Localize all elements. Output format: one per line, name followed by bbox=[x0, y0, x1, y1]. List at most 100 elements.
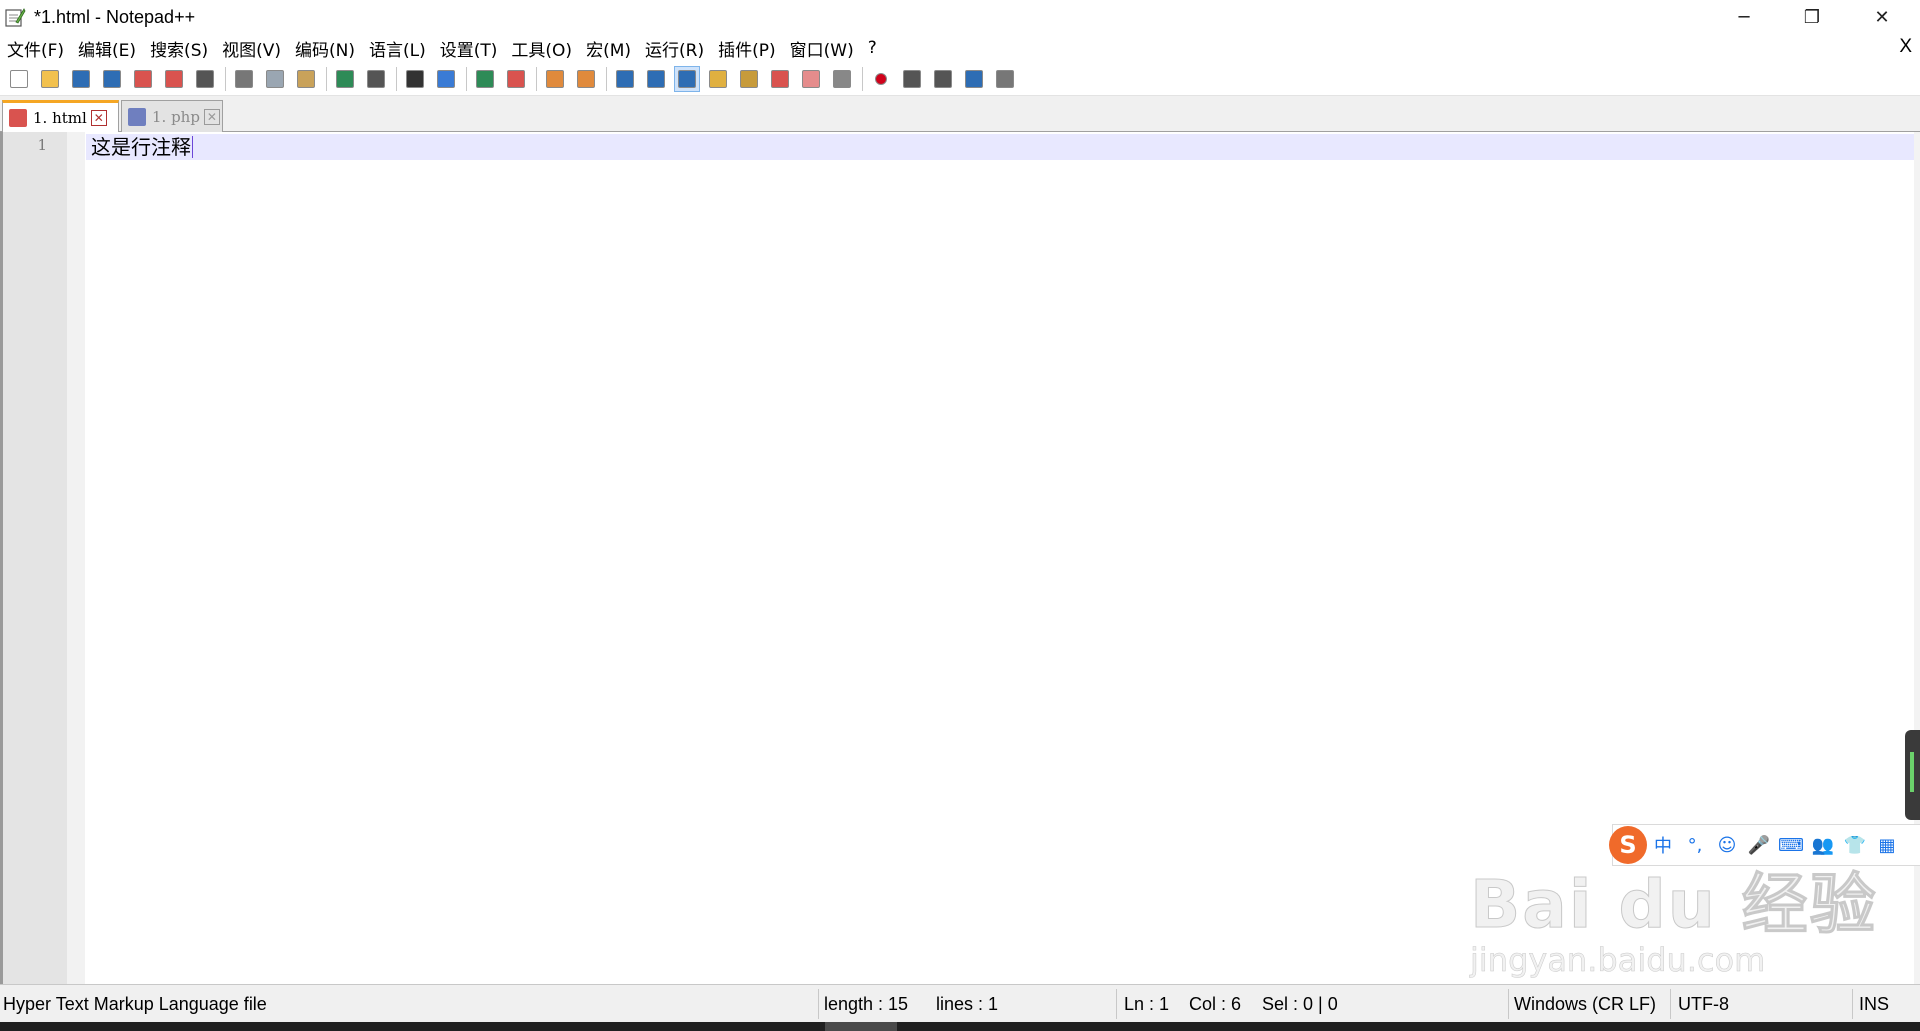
close-all-button[interactable] bbox=[161, 66, 187, 92]
title-bar: *1.html - Notepad++ bbox=[0, 0, 1920, 34]
status-file-type: Hyper Text Markup Language file bbox=[3, 993, 267, 1014]
print-button[interactable] bbox=[192, 66, 218, 92]
tab-1-html[interactable]: 1. html ✕ bbox=[2, 100, 119, 133]
fold-margin[interactable] bbox=[67, 132, 85, 984]
status-insert-mode[interactable]: INS bbox=[1859, 985, 1889, 1023]
minimize-button[interactable]: ─ bbox=[1710, 0, 1778, 34]
unsaved-file-icon bbox=[9, 109, 27, 127]
tab-close-icon[interactable]: ✕ bbox=[90, 110, 107, 126]
toolbox-grid-icon[interactable]: ▦ bbox=[1871, 829, 1903, 861]
close-document-button[interactable]: X bbox=[1899, 36, 1912, 58]
save-button[interactable] bbox=[68, 66, 94, 92]
eye-button[interactable] bbox=[829, 66, 855, 92]
status-eol[interactable]: Windows (CR LF) bbox=[1514, 985, 1656, 1023]
sync-vertical-icon bbox=[546, 69, 564, 88]
zoom-out-button[interactable] bbox=[503, 66, 529, 92]
menu-language[interactable]: 语言(L) bbox=[362, 36, 433, 61]
status-encoding[interactable]: UTF-8 bbox=[1678, 985, 1729, 1023]
maximize-button[interactable]: ❐ bbox=[1778, 0, 1846, 34]
eye-icon bbox=[833, 69, 851, 88]
menu-tools[interactable]: 工具(O) bbox=[504, 36, 579, 61]
menu-macro[interactable]: 宏(M) bbox=[579, 36, 638, 61]
monitoring-button[interactable] bbox=[798, 66, 824, 92]
undo-button[interactable] bbox=[332, 66, 358, 92]
close-window-button[interactable]: ✕ bbox=[1848, 0, 1916, 34]
users-icon[interactable]: 👥 bbox=[1807, 829, 1839, 861]
menu-plugins[interactable]: 插件(P) bbox=[711, 36, 783, 61]
status-length: length : 15 bbox=[824, 993, 909, 1014]
menu-view[interactable]: 视图(V) bbox=[215, 36, 288, 61]
toolbar-separator bbox=[326, 66, 327, 91]
new-file-icon bbox=[10, 69, 28, 88]
keyboard-icon[interactable]: ⌨ bbox=[1775, 829, 1807, 861]
show-all-chars-button[interactable] bbox=[643, 66, 669, 92]
menu-settings[interactable]: 设置(T) bbox=[433, 36, 505, 61]
zoom-in-button[interactable] bbox=[472, 66, 498, 92]
close-all-icon bbox=[165, 69, 183, 88]
toolbar-separator bbox=[536, 66, 537, 91]
word-wrap-button[interactable] bbox=[612, 66, 638, 92]
save-macro-button[interactable] bbox=[992, 66, 1018, 92]
ime-side-handle[interactable] bbox=[1905, 730, 1920, 820]
sogou-logo-icon[interactable]: S bbox=[1609, 826, 1647, 864]
punctuation-button[interactable]: °, bbox=[1679, 829, 1711, 861]
status-bar: Hyper Text Markup Language file length :… bbox=[0, 984, 1920, 1022]
save-all-button[interactable] bbox=[99, 66, 125, 92]
sync-vertical-button[interactable] bbox=[542, 66, 568, 92]
chinese-mode-button[interactable]: 中 bbox=[1647, 829, 1679, 861]
run-macro-multiple-button[interactable] bbox=[961, 66, 987, 92]
menu-run[interactable]: 运行(R) bbox=[638, 36, 711, 61]
new-file-button[interactable] bbox=[6, 66, 32, 92]
doc-map-icon bbox=[709, 69, 727, 88]
emoji-icon[interactable]: ☺ bbox=[1711, 829, 1743, 861]
ime-toolbar: S 中 °, ☺ 🎤 ⌨ 👥 👕 ▦ bbox=[1609, 824, 1920, 866]
word-wrap-icon bbox=[616, 69, 634, 88]
redo-button[interactable] bbox=[363, 66, 389, 92]
zoom-in-icon bbox=[476, 69, 494, 88]
sync-horizontal-icon bbox=[577, 69, 595, 88]
find-icon bbox=[406, 69, 424, 88]
toolbar-separator bbox=[862, 66, 863, 91]
menu-search[interactable]: 搜索(S) bbox=[143, 36, 215, 61]
folder-as-workspace-button[interactable] bbox=[767, 66, 793, 92]
doc-map-button[interactable] bbox=[705, 66, 731, 92]
copy-icon bbox=[266, 69, 284, 88]
stop-record-icon bbox=[903, 69, 921, 88]
menu-help[interactable]: ? bbox=[861, 38, 884, 58]
code-line[interactable]: 这是行注释 bbox=[91, 133, 193, 161]
find-button[interactable] bbox=[402, 66, 428, 92]
skin-icon[interactable]: 👕 bbox=[1839, 829, 1871, 861]
stop-record-button[interactable] bbox=[899, 66, 925, 92]
sync-horizontal-button[interactable] bbox=[573, 66, 599, 92]
saved-file-icon bbox=[128, 107, 146, 126]
play-macro-icon bbox=[934, 69, 952, 88]
save-macro-icon bbox=[996, 69, 1014, 88]
menu-file[interactable]: 文件(F) bbox=[0, 36, 71, 61]
paste-button[interactable] bbox=[293, 66, 319, 92]
os-taskbar bbox=[0, 1022, 1920, 1031]
open-file-icon bbox=[41, 69, 59, 88]
current-line-highlight bbox=[86, 134, 1920, 160]
text-caret bbox=[192, 136, 193, 158]
tab-bar: 1. html ✕ 1. php ✕ bbox=[0, 96, 1920, 133]
function-list-button[interactable] bbox=[736, 66, 762, 92]
status-col: Col : 6 bbox=[1189, 993, 1242, 1014]
menu-edit[interactable]: 编辑(E) bbox=[71, 36, 143, 61]
tab-close-icon[interactable]: ✕ bbox=[203, 108, 220, 125]
menu-encoding[interactable]: 编码(N) bbox=[288, 36, 362, 61]
print-icon bbox=[196, 69, 214, 88]
indent-guide-button[interactable] bbox=[674, 65, 700, 92]
open-file-button[interactable] bbox=[37, 66, 63, 92]
tab-1-php[interactable]: 1. php ✕ bbox=[121, 100, 223, 132]
notepadpp-app-icon bbox=[4, 6, 26, 28]
copy-button[interactable] bbox=[262, 66, 288, 92]
toolbar bbox=[0, 62, 1920, 96]
close-button[interactable] bbox=[130, 66, 156, 92]
close-icon bbox=[134, 69, 152, 88]
menu-window[interactable]: 窗口(W) bbox=[783, 36, 861, 61]
play-macro-button[interactable] bbox=[930, 66, 956, 92]
cut-button[interactable] bbox=[231, 66, 257, 92]
microphone-icon[interactable]: 🎤 bbox=[1743, 829, 1775, 861]
replace-button[interactable] bbox=[433, 66, 459, 92]
record-macro-button[interactable] bbox=[868, 66, 894, 92]
